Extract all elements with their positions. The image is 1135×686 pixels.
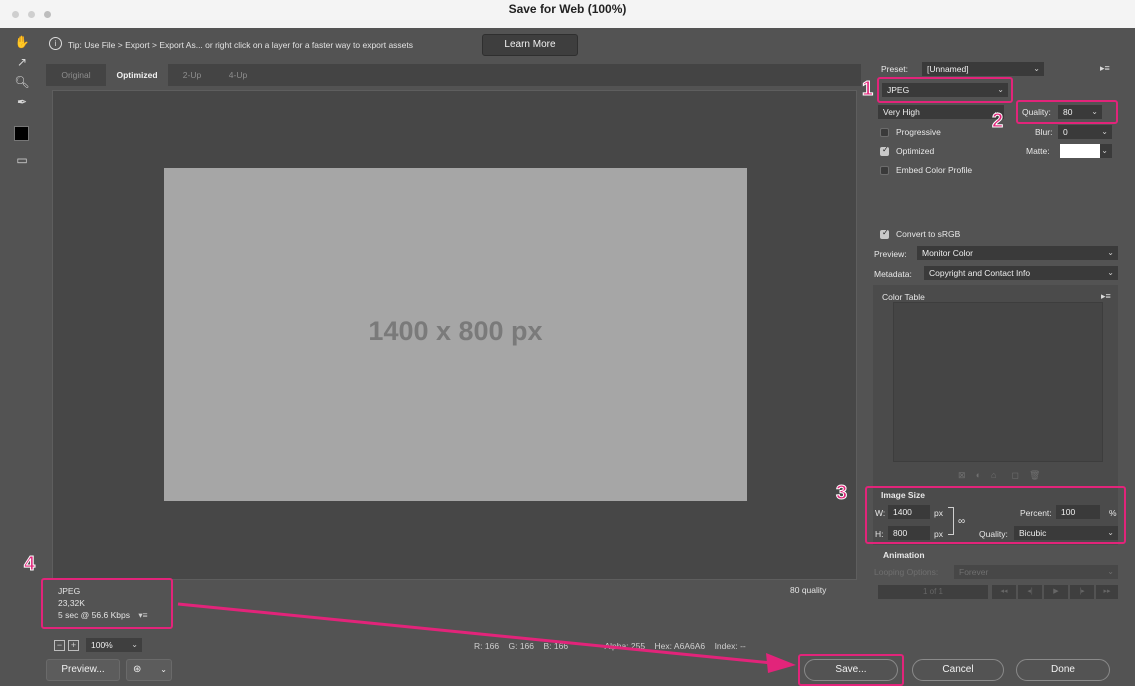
chevron-down-icon: ⌄ (1107, 567, 1114, 576)
save-for-web-window: Save for Web (100%) ✋ ↗ 🔍︎ ✒ ▭ i Tip: Us… (0, 0, 1135, 686)
convert-srgb-checkbox[interactable] (880, 228, 889, 239)
annotation-number-3: 3 (835, 482, 848, 505)
trash-icon[interactable]: 🗑︎ (1029, 470, 1040, 480)
looping-options-label: Looping Options: (874, 567, 939, 577)
first-frame-button[interactable]: ◂◂ (992, 585, 1016, 599)
animation-controls: 1 of 1 ◂◂ ◂| ▶ |▸ ▸▸ (878, 585, 1118, 599)
blur-input[interactable]: 0 ⌄ (1058, 125, 1112, 139)
chevron-down-icon: ⌄ (1107, 268, 1114, 277)
embed-color-profile-label: Embed Color Profile (896, 165, 973, 175)
next-frame-button[interactable]: |▸ (1070, 585, 1094, 599)
color-table-swatches (893, 302, 1103, 462)
last-frame-button[interactable]: ▸▸ (1096, 585, 1118, 599)
chevron-down-icon: ⌄ (1101, 127, 1108, 136)
looping-options-select[interactable]: Forever ⌄ (954, 565, 1118, 579)
matte-color-swatch[interactable] (1060, 144, 1100, 158)
color-table-label: Color Table (882, 292, 925, 302)
annotation-number-1: 1 (861, 78, 874, 101)
web-shift-icon[interactable]: ◐ (976, 470, 981, 480)
optimized-checkbox[interactable] (880, 145, 889, 156)
optimized-label: Optimized (896, 146, 935, 156)
metadata-select[interactable]: Copyright and Contact Info ⌄ (924, 266, 1118, 280)
convert-srgb-label: Convert to sRGB (896, 229, 961, 239)
compression-quality-select[interactable]: Very High ⌄ (878, 105, 1004, 119)
preview-color-select[interactable]: Monitor Color ⌄ (917, 246, 1118, 260)
matte-label: Matte: (1026, 146, 1050, 156)
annotation-box-3 (865, 486, 1126, 544)
optimize-settings-panel: Preset: [Unnamed] ⌄ ▸≡ JPEG ⌄ 1 Very High ⌄… (835, 58, 1128, 654)
progressive-label: Progressive (896, 127, 941, 137)
previous-frame-button[interactable]: ◂| (1018, 585, 1042, 599)
matte-select[interactable]: ⌄ (1100, 144, 1112, 158)
play-button[interactable]: ▶ (1044, 585, 1068, 599)
chevron-down-icon: ⌄ (1107, 248, 1114, 257)
preview-label: Preview: (874, 249, 907, 259)
preset-label: Preset: (881, 64, 908, 74)
new-color-icon[interactable]: ◻ (1011, 470, 1018, 480)
preset-select[interactable]: [Unnamed] ⌄ (922, 62, 1044, 76)
metadata-label: Metadata: (874, 269, 912, 279)
lock-color-icon[interactable]: ⌂ (991, 470, 996, 480)
color-table-menu-icon[interactable]: ▸≡ (1101, 291, 1111, 302)
chevron-down-icon: ⌄ (1033, 64, 1040, 73)
progressive-checkbox[interactable] (880, 128, 889, 137)
embed-color-profile-checkbox[interactable] (880, 166, 889, 175)
frame-counter: 1 of 1 (878, 585, 988, 599)
annotation-box-1 (877, 77, 1013, 103)
animation-title: Animation (883, 550, 925, 560)
annotation-box-2 (1016, 100, 1118, 124)
annotation-number-2: 2 (991, 110, 1004, 133)
color-table-actions: ⊠ ◐ ⌂ ◻ 🗑︎ (958, 470, 1040, 481)
map-colors-icon[interactable]: ⊠ (958, 470, 966, 480)
blur-label: Blur: (1035, 127, 1053, 137)
optimize-menu-icon[interactable]: ▸≡ (1100, 63, 1110, 74)
chevron-down-icon: ⌄ (1101, 146, 1108, 155)
